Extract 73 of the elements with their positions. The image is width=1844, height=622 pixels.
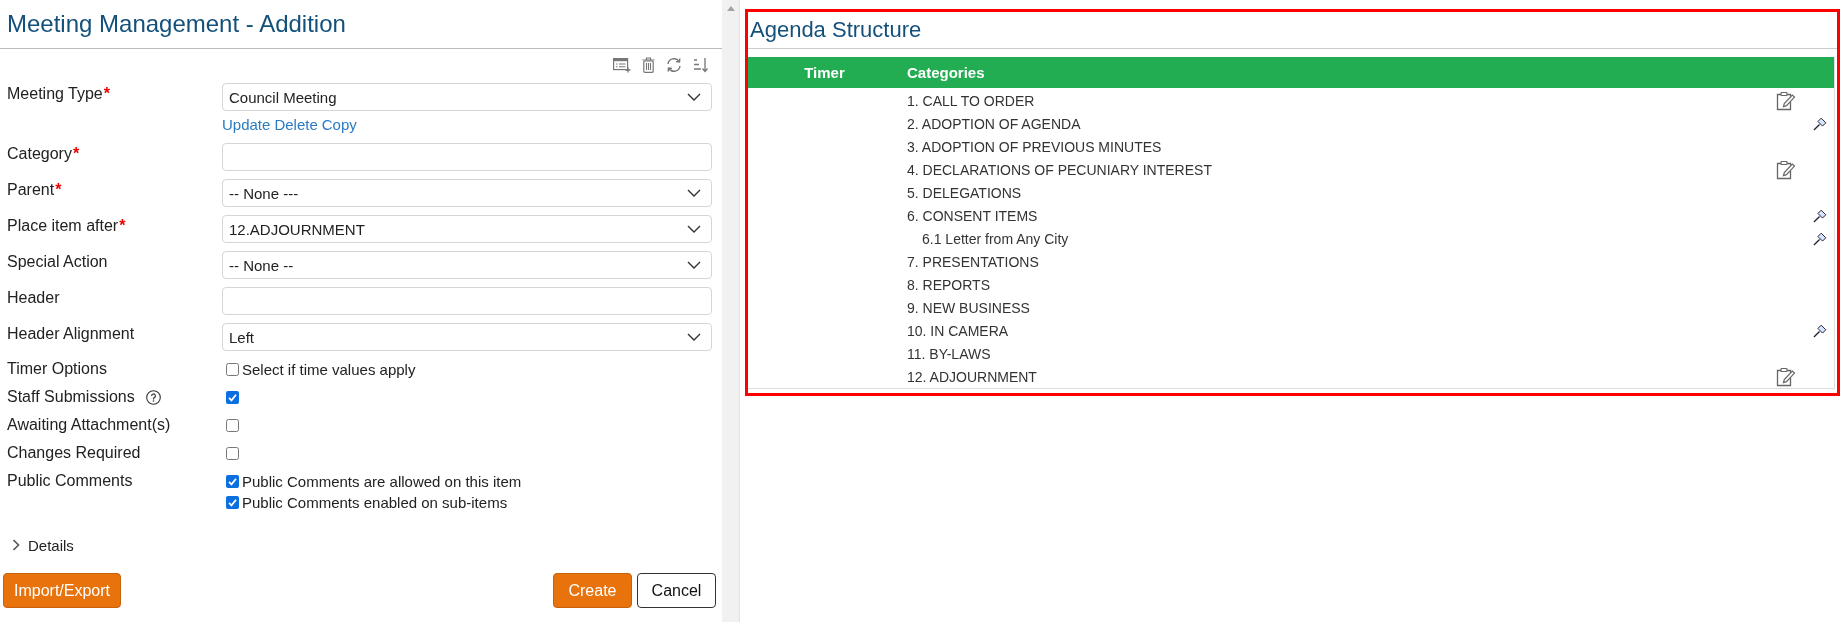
dropdown[interactable]: Council Meeting (222, 83, 712, 111)
checkbox[interactable] (226, 474, 239, 488)
agenda-item[interactable]: 8. REPORTS (907, 276, 990, 293)
agenda-item[interactable]: 6. CONSENT ITEMS (907, 207, 1038, 224)
column-header: Categories (906, 64, 985, 81)
field-label: Timer Options (7, 359, 107, 379)
field-label: Parent (7, 180, 55, 200)
required-mark: * (103, 84, 110, 104)
field-label: Header Alignment (7, 324, 135, 344)
scrollbar[interactable] (722, 0, 740, 622)
agenda-item[interactable]: 5. DELEGATIONS (907, 184, 1022, 201)
chevron-down-icon (687, 333, 701, 341)
agenda-item[interactable]: 3. ADOPTION OF PREVIOUS MINUTES (907, 138, 1162, 155)
dropdown[interactable]: Left (222, 323, 712, 351)
clipboard-edit-icon[interactable] (1776, 90, 1796, 111)
secondary-button[interactable]: Cancel (637, 573, 716, 608)
agenda-item[interactable]: 9. NEW BUSINESS (907, 299, 1030, 316)
agenda-item[interactable]: 10. IN CAMERA (907, 322, 1009, 339)
field-label: Special Action (7, 252, 108, 272)
gavel-icon[interactable] (1813, 323, 1827, 338)
agenda-item[interactable]: 2. ADOPTION OF AGENDA (907, 115, 1081, 132)
dropdown[interactable]: 12.ADJOURNMENT (222, 215, 712, 243)
field-label: Awaiting Attachment(s) (7, 415, 171, 435)
agenda-item[interactable]: 6.1 Letter from Any City (922, 230, 1069, 247)
text-field[interactable] (222, 143, 712, 171)
agenda-item[interactable]: 12. ADJOURNMENT (907, 368, 1037, 385)
checkbox[interactable] (226, 390, 239, 404)
link[interactable]: Update (222, 115, 271, 135)
column-header: Timer (803, 64, 846, 81)
gavel-icon[interactable] (1813, 208, 1827, 223)
required-mark: * (72, 144, 80, 164)
dropdown[interactable]: -- None --- (222, 179, 712, 207)
field-label: Public Comments (7, 471, 133, 491)
field-label: Place item after (7, 216, 119, 236)
checkbox-label: Select if time values apply (242, 360, 416, 378)
required-mark: * (119, 216, 126, 236)
sort-icon[interactable] (693, 57, 708, 73)
chevron-down-icon (687, 93, 701, 101)
chevron-down-icon (687, 261, 701, 269)
checkbox-label: Public Comments are allowed on this item (242, 472, 522, 490)
gavel-icon[interactable] (1813, 116, 1827, 131)
details-toggle[interactable]: Details (12, 534, 74, 556)
field-label: Category (7, 144, 72, 164)
agenda-item[interactable]: 1. CALL TO ORDER (907, 92, 1035, 109)
chevron-down-icon (687, 189, 701, 197)
link[interactable]: Delete (274, 115, 318, 135)
checkbox[interactable] (226, 362, 239, 376)
help-icon[interactable] (145, 389, 161, 405)
chevron-down-icon (687, 225, 701, 233)
list-add-icon[interactable] (613, 57, 631, 73)
field-label: Header (7, 288, 60, 308)
clipboard-edit-icon[interactable] (1776, 366, 1796, 387)
page-title: Meeting Management - Addition (7, 9, 346, 39)
clipboard-edit-icon[interactable] (1776, 159, 1796, 180)
agenda-item[interactable]: 11. BY-LAWS (907, 345, 991, 362)
checkbox[interactable] (226, 495, 239, 509)
agenda-item[interactable]: 7. PRESENTATIONS (907, 253, 1039, 270)
text-field[interactable] (222, 287, 712, 315)
checkbox-label: Public Comments enabled on sub-items (242, 493, 508, 511)
field-label: Changes Required (7, 443, 141, 463)
panel-title: Agenda Structure (750, 16, 922, 44)
checkbox[interactable] (226, 446, 239, 460)
required-mark: * (55, 180, 62, 200)
trash-icon[interactable] (642, 57, 655, 73)
checkbox[interactable] (226, 418, 239, 432)
agenda-item[interactable]: 4. DECLARATIONS OF PECUNIARY INTEREST (907, 161, 1212, 178)
field-label: Staff Submissions (7, 387, 135, 407)
link[interactable]: Copy (321, 115, 357, 135)
field-label: Meeting Type (7, 84, 103, 104)
refresh-icon[interactable] (666, 57, 682, 73)
gavel-icon[interactable] (1813, 231, 1827, 246)
chevron-right-icon (12, 539, 20, 551)
dropdown[interactable]: -- None -- (222, 251, 712, 279)
